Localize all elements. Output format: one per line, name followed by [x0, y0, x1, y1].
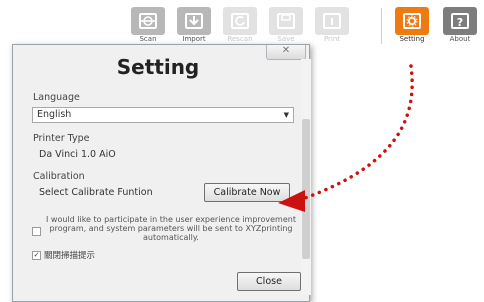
calibrate-now-button[interactable]: Calibrate Now: [204, 183, 290, 202]
setting-label: Setting: [399, 35, 425, 43]
dialog-title: Setting: [116, 55, 200, 79]
participate-checkbox[interactable]: [32, 227, 41, 236]
help-icon: ?: [443, 7, 477, 35]
toolbar: Scan Import Rescan Save Print Setting ?: [0, 0, 484, 46]
language-label: Language: [33, 92, 80, 103]
chevron-down-icon: ▼: [283, 111, 289, 119]
about-label: About: [449, 35, 471, 43]
printer-type-label: Printer Type: [33, 133, 90, 144]
setting-dialog: ✕ Setting Language English ▼ Printer Typ…: [12, 44, 311, 302]
printer-type-value: Da Vinci 1.0 AiO: [39, 149, 116, 160]
save-icon: [269, 7, 303, 35]
gear-icon: [395, 7, 429, 35]
calibration-text: Select Calibrate Funtion: [39, 187, 153, 198]
rescan-button[interactable]: Rescan: [220, 4, 260, 46]
hint-label: 關閉掃描提示: [44, 251, 96, 261]
scan-label: Scan: [139, 35, 157, 43]
about-button[interactable]: ? About: [440, 4, 480, 46]
print-icon: [315, 7, 349, 35]
import-label: Import: [182, 35, 206, 43]
language-value: English: [37, 109, 72, 120]
rescan-icon: [223, 7, 257, 35]
toolbar-divider: [381, 8, 382, 44]
scan-icon: [131, 7, 165, 35]
close-button[interactable]: Close: [237, 272, 301, 291]
participate-text: I would like to participate in the user …: [46, 215, 296, 242]
setting-button[interactable]: Setting: [392, 4, 432, 46]
print-button[interactable]: Print: [312, 4, 352, 46]
scrollbar-thumb[interactable]: [302, 119, 310, 259]
svg-text:?: ?: [457, 16, 463, 29]
print-label: Print: [323, 35, 341, 43]
import-icon: [177, 7, 211, 35]
save-label: Save: [277, 35, 295, 43]
calibration-label: Calibration: [33, 171, 85, 182]
import-button[interactable]: Import: [174, 4, 214, 46]
language-select[interactable]: English ▼: [32, 107, 294, 123]
scan-button[interactable]: Scan: [128, 4, 168, 46]
rescan-label: Rescan: [227, 35, 253, 43]
save-button[interactable]: Save: [266, 4, 306, 46]
dotted-arrow-line: [303, 64, 414, 200]
hint-checkbox[interactable]: ✓: [32, 251, 41, 260]
